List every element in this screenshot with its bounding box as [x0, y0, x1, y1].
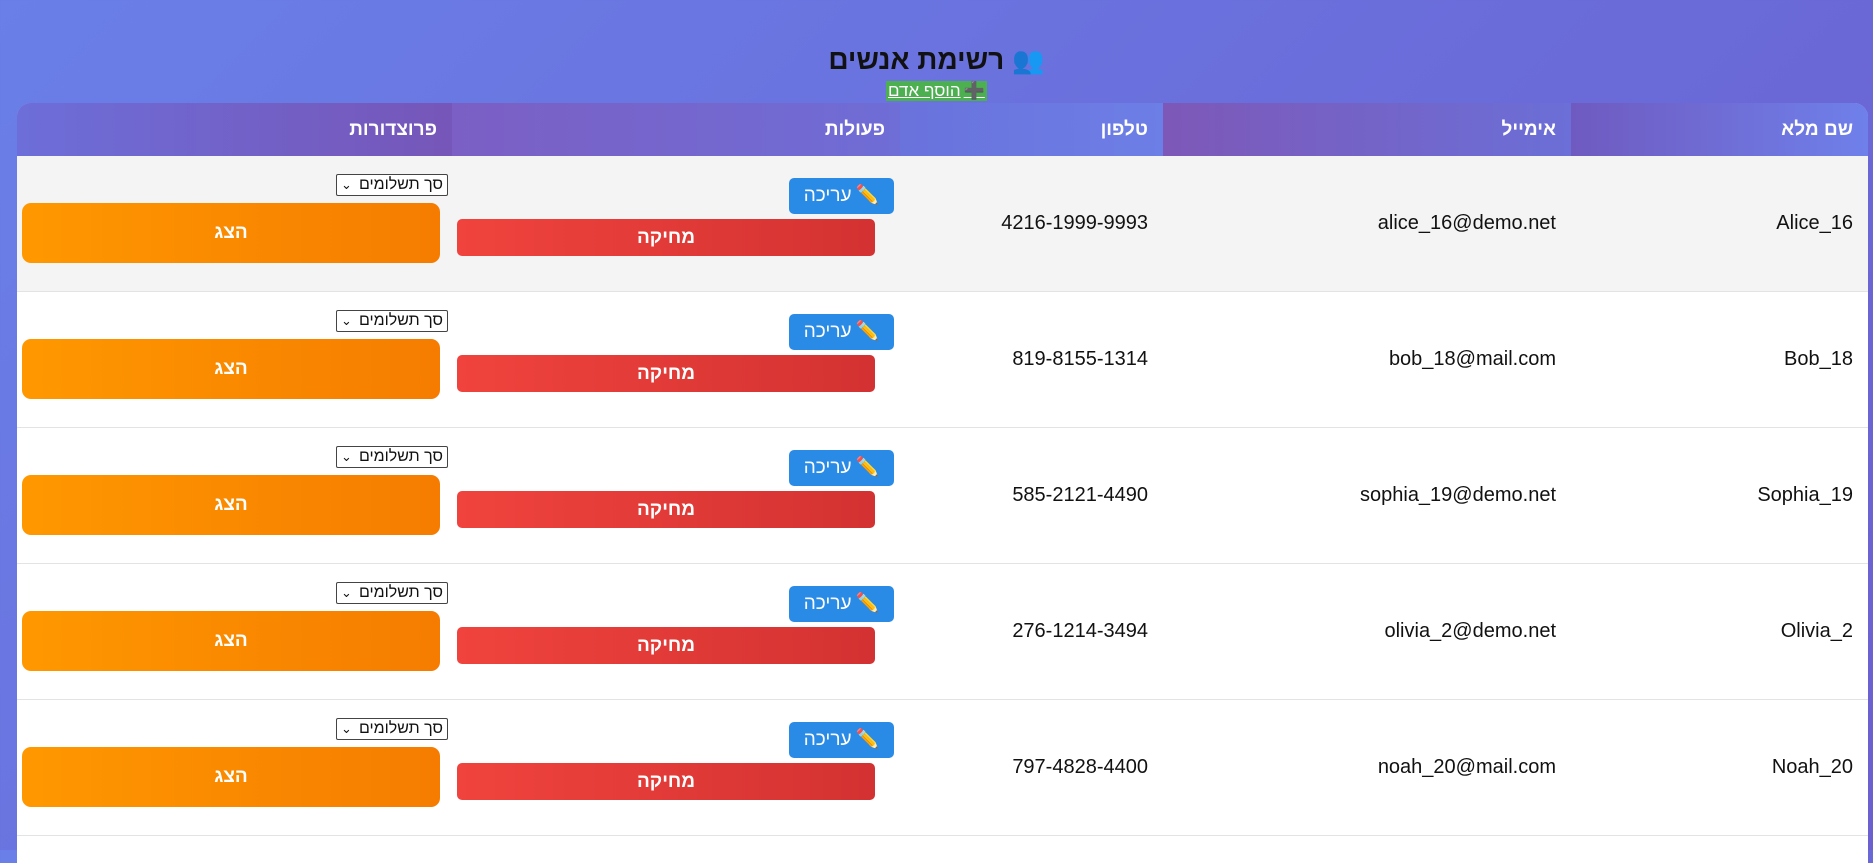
cell-procedures: סך תשלומים ⌄ הצג — [17, 156, 452, 292]
column-header-procedures: פרוצדורות — [17, 103, 452, 156]
add-person-link[interactable]: ➕הוסף אדם — [886, 81, 987, 101]
cell-actions: ✏️עריכה מחיקה — [452, 564, 900, 700]
pencil-icon: ✏️ — [855, 185, 880, 206]
show-button[interactable]: הצג — [22, 339, 440, 399]
table-row: Olivia_2 olivia_2@demo.net 276-1214-3494… — [17, 564, 1868, 700]
cell-procedures: סך תשלומים ⌄ הצג — [17, 700, 452, 836]
table-row: Noah_20 noah_20@mail.com 797-4828-4400 ✏… — [17, 700, 1868, 836]
chevron-down-icon: ⌄ — [341, 449, 352, 464]
procedure-select[interactable]: סך תשלומים ⌄ — [336, 174, 448, 196]
show-button[interactable]: הצג — [22, 203, 440, 263]
edit-button[interactable]: ✏️עריכה — [789, 722, 894, 758]
cell-procedures: סך תשלומים ⌄ הצג — [17, 564, 452, 700]
people-icon: 👥 — [1012, 45, 1045, 75]
table-header-row: שם מלא אימייל טלפון פעולות פרוצדורות — [17, 103, 1868, 156]
delete-button[interactable]: מחיקה — [457, 491, 875, 528]
edit-button[interactable]: ✏️עריכה — [789, 178, 894, 214]
cell-actions: ✏️עריכה מחיקה — [452, 428, 900, 564]
edit-button-label: עריכה — [803, 321, 852, 342]
cell-email: sophia_19@demo.net — [1360, 484, 1556, 506]
procedure-select-value: סך תשלומים — [358, 584, 443, 601]
procedure-select-value: סך תשלומים — [358, 720, 443, 737]
procedure-select-value: סך תשלומים — [358, 448, 443, 465]
edit-button[interactable]: ✏️עריכה — [789, 450, 894, 486]
cell-email: bob_18@mail.com — [1388, 348, 1556, 370]
edit-button-label: עריכה — [803, 729, 852, 750]
cell-email: noah_20@mail.com — [1377, 756, 1556, 778]
pencil-icon: ✏️ — [855, 593, 880, 614]
cell-phone: 819-8155-1314 — [1012, 348, 1148, 370]
cell-phone: 585-2121-4490 — [1012, 484, 1148, 506]
cell-actions: ✏️עריכה מחיקה — [452, 292, 900, 428]
column-header-email[interactable]: אימייל — [1163, 103, 1571, 156]
delete-button[interactable]: מחיקה — [457, 627, 875, 664]
cell-actions: ✏️עריכה מחיקה — [452, 156, 900, 292]
delete-button[interactable]: מחיקה — [457, 763, 875, 800]
show-button[interactable]: הצג — [22, 747, 440, 807]
procedure-select-value: סך תשלומים — [358, 176, 443, 193]
edit-button-label: עריכה — [803, 457, 852, 478]
add-person-label: הוסף אדם — [888, 81, 961, 100]
procedure-select[interactable]: סך תשלומים ⌄ — [336, 582, 448, 604]
cell-name: Bob_18 — [1784, 348, 1853, 370]
cell-actions: ✏️עריכה מחיקה — [452, 700, 900, 836]
table-row: Alice_16 alice_16@demo.net 4216-1999-999… — [17, 156, 1868, 292]
table-row: Bob_18 bob_18@mail.com 819-8155-1314 ✏️ע… — [17, 292, 1868, 428]
cell-name: Noah_20 — [1771, 756, 1853, 778]
table-row: Sophia_19 sophia_19@demo.net 585-2121-44… — [17, 428, 1868, 564]
page-title: 👥רשימת אנשים — [0, 40, 1873, 80]
procedure-select-value: סך תשלומים — [358, 312, 443, 329]
chevron-down-icon: ⌄ — [341, 585, 352, 600]
plus-icon: ➕ — [963, 81, 985, 100]
edit-button-label: עריכה — [803, 185, 852, 206]
column-header-name[interactable]: שם מלא — [1571, 103, 1868, 156]
procedure-select[interactable]: סך תשלומים ⌄ — [336, 310, 448, 332]
chevron-down-icon: ⌄ — [341, 721, 352, 736]
cell-email: olivia_2@demo.net — [1384, 620, 1556, 642]
procedure-select[interactable]: סך תשלומים ⌄ — [336, 446, 448, 468]
cell-name: Olivia_2 — [1780, 620, 1853, 642]
show-button[interactable]: הצג — [22, 475, 440, 535]
page-title-text: רשימת אנשים — [828, 44, 1005, 75]
cell-procedures: סך תשלומים ⌄ הצג — [17, 428, 452, 564]
pencil-icon: ✏️ — [855, 729, 880, 750]
delete-button[interactable]: מחיקה — [457, 355, 875, 392]
procedure-select[interactable]: סך תשלומים ⌄ — [336, 718, 448, 740]
cell-procedures: סך תשלומים ⌄ הצג — [17, 292, 452, 428]
chevron-down-icon: ⌄ — [341, 313, 352, 328]
pencil-icon: ✏️ — [855, 321, 880, 342]
cell-phone: 276-1214-3494 — [1012, 620, 1148, 642]
cell-email: alice_16@demo.net — [1377, 212, 1556, 234]
cell-name: Sophia_19 — [1757, 484, 1853, 506]
cell-phone: 797-4828-4400 — [1012, 756, 1148, 778]
column-header-phone[interactable]: טלפון — [900, 103, 1163, 156]
people-table: שם מלא אימייל טלפון פעולות פרוצדורות Ali… — [17, 103, 1868, 863]
column-header-actions: פעולות — [452, 103, 900, 156]
cell-phone: 4216-1999-9993 — [1001, 212, 1148, 234]
chevron-down-icon: ⌄ — [341, 177, 352, 192]
cell-name: Alice_16 — [1776, 212, 1853, 234]
edit-button-label: עריכה — [803, 593, 852, 614]
delete-button[interactable]: מחיקה — [457, 219, 875, 256]
pencil-icon: ✏️ — [855, 457, 880, 478]
edit-button[interactable]: ✏️עריכה — [789, 586, 894, 622]
show-button[interactable]: הצג — [22, 611, 440, 671]
edit-button[interactable]: ✏️עריכה — [789, 314, 894, 350]
